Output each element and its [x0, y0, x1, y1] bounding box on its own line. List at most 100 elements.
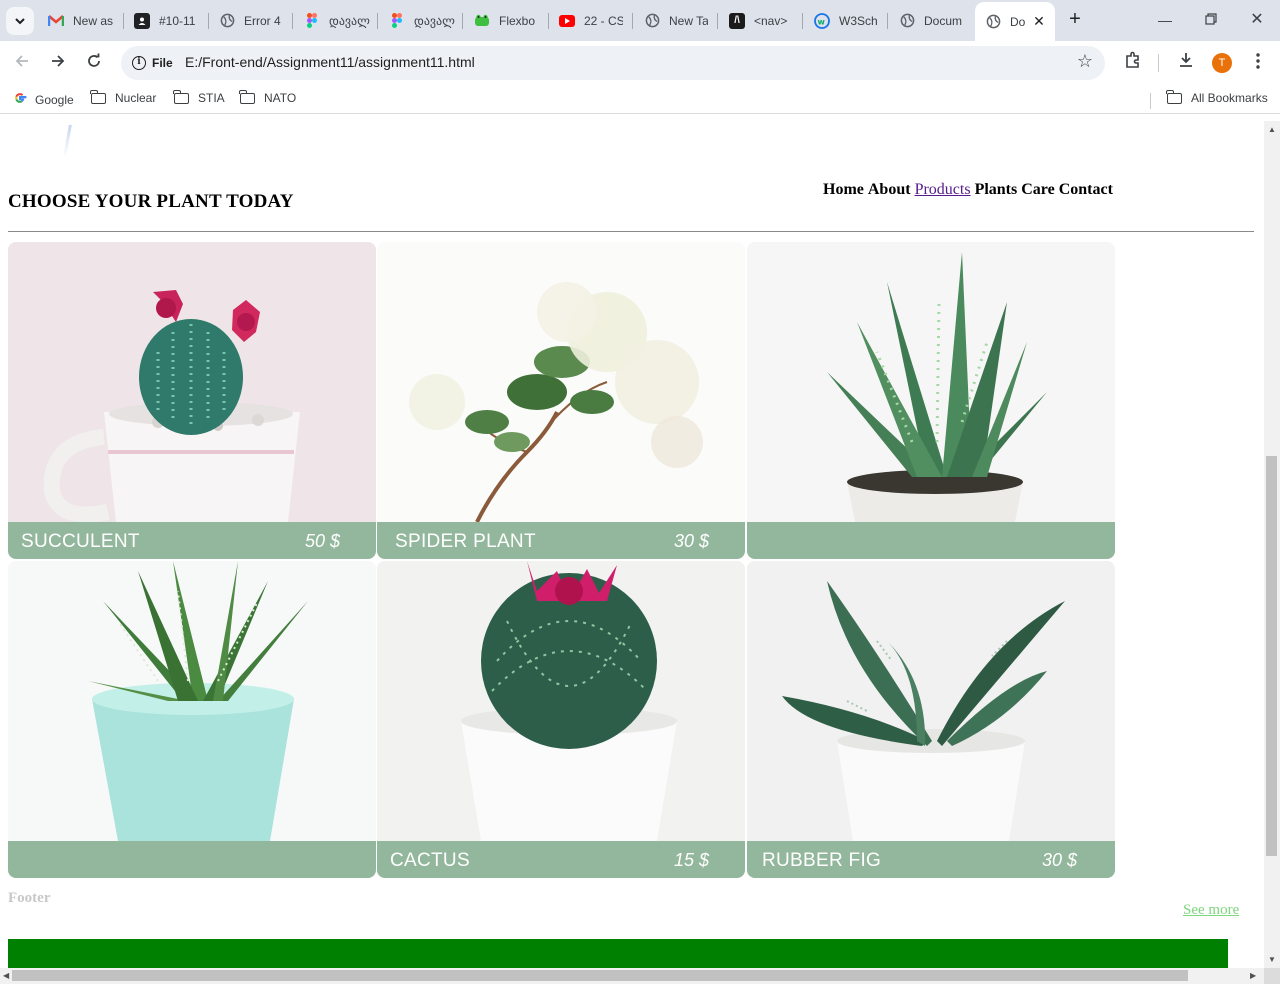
url-text[interactable]: E:/Front-end/Assignment11/assignment11.h… [185, 54, 475, 70]
tab-title: New Ta [669, 13, 708, 28]
bookmark-nuclear[interactable]: Nuclear [90, 89, 157, 105]
gasteria-in-white-pot-image [747, 561, 1115, 841]
globe-icon [219, 13, 235, 29]
close-icon[interactable]: ✕ [1031, 13, 1047, 29]
product-caption [747, 522, 1115, 559]
tab-gmail[interactable]: New as [48, 6, 118, 35]
product-card[interactable]: SUCCULENT 50 $ [8, 242, 376, 559]
tab-figma-1[interactable]: დავალ [304, 6, 372, 35]
tab-new-tab[interactable]: New Ta [644, 6, 708, 35]
product-price: 30 $ [1041, 850, 1077, 870]
bookmark-label: Nuclear [115, 91, 157, 105]
tab-search-button[interactable] [6, 7, 34, 35]
product-photo [8, 242, 376, 522]
nav-products[interactable]: Products [915, 181, 971, 199]
tab-figma-2[interactable]: დავალ [389, 6, 457, 35]
pink-flowering-cactus-in-mug-image [8, 242, 376, 522]
product-caption [8, 841, 376, 878]
address-bar[interactable]: i File E:/Front-end/Assignment11/assignm… [121, 46, 1105, 80]
globe-icon [899, 13, 915, 29]
menu-button[interactable] [1246, 51, 1270, 75]
logo-fragment [63, 125, 72, 157]
profile-avatar[interactable]: T [1212, 53, 1232, 73]
close-window-button[interactable]: ✕ [1242, 8, 1272, 32]
scroll-left-arrow-icon[interactable]: ◀ [3, 971, 9, 980]
restore-icon [1205, 13, 1217, 25]
gmail-icon [48, 13, 64, 29]
w3schools-icon: w [814, 12, 830, 29]
tab-title: Docum [924, 13, 963, 28]
contact-card-icon [134, 12, 150, 29]
nav-home[interactable]: Home [823, 181, 864, 199]
product-card[interactable] [747, 242, 1115, 559]
scroll-up-arrow-icon[interactable]: ▲ [1268, 125, 1276, 134]
tab-w3schools[interactable]: w W3Sch [814, 6, 878, 35]
restore-button[interactable] [1196, 8, 1226, 32]
tab-strip: New as #10-11 Error 4 დავალ დავალ Flexbo [0, 0, 1280, 41]
tab-youtube[interactable]: 22 - CS [559, 6, 623, 35]
product-card[interactable] [8, 561, 376, 878]
vertical-scrollbar[interactable]: ▲ ▼ [1264, 121, 1280, 968]
new-tab-button[interactable]: + [1064, 9, 1086, 31]
tab-separator [208, 13, 209, 29]
tab-separator [632, 13, 633, 29]
tab-mdn-nav[interactable]: /\ <nav> [729, 6, 795, 35]
horizontal-scrollbar[interactable]: ◀ ▶ [0, 968, 1264, 984]
product-card[interactable]: CACTUS 15 $ [377, 561, 745, 878]
tab-title: <nav> [754, 13, 788, 28]
tab-active-document[interactable]: Do ✕ [975, 2, 1055, 41]
scroll-right-arrow-icon[interactable]: ▶ [1250, 971, 1256, 980]
tab-separator [462, 13, 463, 29]
chevron-down-icon [15, 18, 25, 25]
see-more-link[interactable]: See more [1183, 902, 1239, 919]
leafy-branch-with-white-flowers-image [377, 242, 745, 522]
puzzle-icon [1126, 51, 1139, 68]
toolbar-divider [1158, 54, 1159, 72]
tab-error[interactable]: Error 4 [219, 6, 281, 35]
back-button[interactable] [8, 49, 36, 77]
arrow-left-icon [15, 55, 28, 67]
browser-toolbar: i File E:/Front-end/Assignment11/assignm… [0, 41, 1280, 85]
bookmarks-bar: Google Nuclear STIA NATO All Bookmarks [0, 85, 1280, 114]
extensions-button[interactable] [1121, 51, 1145, 75]
bookmark-google[interactable]: Google [13, 91, 74, 108]
bookmark-star-icon[interactable]: ☆ [1077, 51, 1093, 72]
site-info-chip[interactable]: i File [128, 51, 181, 75]
reload-button[interactable] [80, 49, 108, 77]
all-bookmarks[interactable]: All Bookmarks [1166, 89, 1268, 105]
tab-title: W3Sch [839, 13, 878, 28]
bookmarks-separator [1150, 93, 1151, 109]
bookmark-stia[interactable]: STIA [173, 89, 225, 105]
product-caption: CACTUS 15 $ [377, 841, 745, 878]
tab-contact[interactable]: #10-11 [134, 6, 200, 35]
tab-title: Error 4 [244, 13, 281, 28]
tab-flexbox[interactable]: Flexbo [474, 6, 540, 35]
horizontal-scroll-thumb[interactable] [12, 970, 1188, 981]
nav-about[interactable]: About [868, 181, 911, 199]
nav-plants-care[interactable]: Plants Care [975, 181, 1055, 199]
google-icon [13, 91, 27, 108]
tab-document[interactable]: Docum [899, 6, 963, 35]
figma-icon [389, 13, 405, 29]
svg-text:w: w [818, 17, 826, 26]
globe-icon [985, 14, 1001, 30]
product-price: 50 $ [304, 531, 340, 551]
frog-icon [474, 13, 490, 29]
nav-contact[interactable]: Contact [1059, 181, 1113, 199]
scroll-down-arrow-icon[interactable]: ▼ [1268, 955, 1276, 964]
product-price: 15 $ [673, 850, 709, 870]
product-card[interactable]: RUBBER FIG 30 $ [747, 561, 1115, 878]
bookmark-nato[interactable]: NATO [239, 89, 296, 105]
header-divider [8, 231, 1254, 232]
product-name: RUBBER FIG [762, 850, 882, 871]
tab-title: #10-11 [159, 13, 196, 28]
downloads-button[interactable] [1174, 51, 1198, 75]
mdn-icon: /\ [729, 12, 745, 29]
vertical-scroll-thumb[interactable] [1266, 456, 1277, 856]
forward-button[interactable] [44, 49, 72, 77]
product-card[interactable]: SPIDER PLANT 30 $ [377, 242, 745, 559]
tab-title: დავალ [329, 13, 370, 28]
minimize-button[interactable]: — [1150, 8, 1180, 32]
bookmark-label: STIA [198, 91, 225, 105]
product-photo [377, 242, 745, 522]
